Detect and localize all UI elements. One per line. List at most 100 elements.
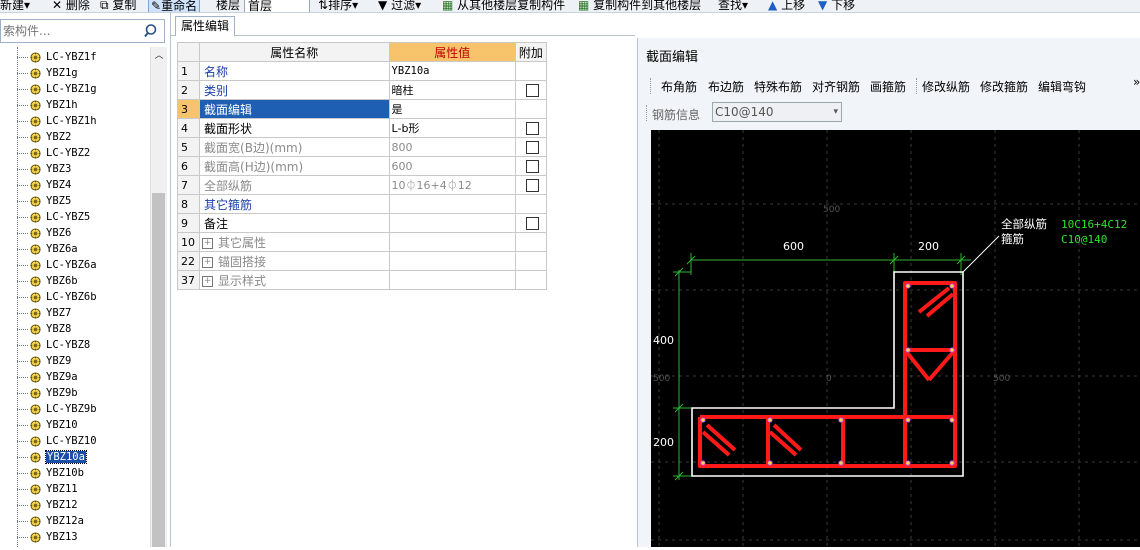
value-cell[interactable]: 暗柱 (388, 80, 516, 100)
expand-icon[interactable]: + (202, 275, 214, 287)
extra-checkbox[interactable] (525, 122, 539, 135)
rebar-point (838, 417, 844, 423)
extra-checkbox[interactable] (525, 217, 539, 230)
tree-item[interactable]: YBZ3 (17, 161, 71, 177)
table-row[interactable]: 3 截面编辑 是 (176, 99, 548, 119)
table-row[interactable]: 5 截面宽(B边)(mm) 800 (176, 137, 548, 157)
align-rebar-tool[interactable]: 对齐钢筋 (812, 78, 860, 95)
table-row[interactable]: 2 类别 暗柱 (176, 80, 548, 100)
more-tools-icon[interactable]: » (1133, 75, 1140, 89)
tree-item[interactable]: YBZ9a (17, 369, 78, 385)
scroll-up-arrow-icon[interactable]: ︿ (151, 49, 167, 63)
tree-item[interactable]: YBZ9b (17, 385, 78, 401)
tree-item-label: YBZ2 (46, 131, 72, 143)
edit-long-rebar-tool[interactable]: 修改纵筋 (922, 78, 970, 95)
copy-button[interactable]: ⧉ 复制 (100, 0, 136, 12)
tree-item[interactable]: LC-YBZ9b (17, 401, 97, 417)
tree-item[interactable]: YBZ5 (17, 193, 71, 209)
tree-item[interactable]: LC-YBZ6a (17, 257, 97, 273)
dimension-top-left: 600 (783, 240, 804, 253)
section-canvas[interactable]: 500 500 0 500 600 200 400 200 全部纵筋 箍筋 10… (651, 130, 1140, 547)
tree-item[interactable]: YBZ9 (17, 353, 71, 369)
tree-item[interactable]: LC-YBZ10 (17, 433, 97, 449)
value-cell[interactable]: 是 (388, 99, 516, 119)
expand-icon[interactable]: + (202, 237, 214, 249)
tree-item[interactable]: YBZ10a (17, 449, 87, 465)
table-row[interactable]: 7 全部纵筋 10⏀16+4⏀12 (176, 175, 548, 195)
tree-item[interactable]: LC-YBZ1h (17, 113, 97, 129)
tab-property-edit[interactable]: 属性编辑 (175, 16, 236, 36)
filter-button[interactable]: ▼ 过滤▾ (378, 0, 421, 12)
special-rebar-tool[interactable]: 特殊布筋 (754, 78, 802, 95)
tree-item[interactable]: LC-YBZ1g (17, 81, 97, 97)
tree-item[interactable]: YBZ12 (17, 497, 78, 513)
tree-item[interactable]: YBZ6 (17, 225, 71, 241)
find-button[interactable]: 查找▾ (718, 0, 748, 12)
table-row[interactable]: 22 + 锚固搭接 (176, 251, 548, 271)
tree-item[interactable]: YBZ10 (17, 417, 78, 433)
tree-item[interactable]: LC-YBZ2 (17, 145, 90, 161)
tree-item-label: LC-YBZ6a (46, 259, 97, 271)
value-cell[interactable] (388, 213, 516, 233)
move-down-button[interactable]: ▼ 下移 (818, 0, 855, 12)
value-cell[interactable] (388, 194, 516, 214)
tree-item[interactable]: YBZ10b (17, 465, 84, 481)
extra-checkbox[interactable] (525, 141, 539, 154)
search-icon[interactable] (144, 23, 160, 39)
sort-button[interactable]: ⇅排序▾ (318, 0, 358, 12)
floor-select[interactable]: 首层 (244, 0, 310, 12)
tree-item[interactable]: LC-YBZ6b (17, 289, 97, 305)
new-button[interactable]: 新建▾ (0, 0, 30, 12)
copy-from-floor-button[interactable]: ▦ 从其他楼层复制构件 (442, 0, 565, 12)
tree-item[interactable]: YBZ1h (17, 97, 78, 113)
legend-long-rebar-value: 10C16+4C12 (1061, 218, 1127, 231)
move-up-button[interactable]: ▲ 上移 (768, 0, 805, 12)
copy-to-floor-button[interactable]: ▦ 复制构件到其他楼层 (578, 0, 701, 12)
tree-item[interactable]: LC-YBZ8 (17, 337, 90, 353)
value-cell[interactable]: YBZ10a (388, 61, 516, 81)
tree-item[interactable]: YBZ11 (17, 481, 78, 497)
table-row[interactable]: 6 截面高(H边)(mm) 600 (176, 156, 548, 176)
scroll-thumb[interactable] (152, 193, 165, 547)
section-drawing[interactable]: 500 500 0 500 600 200 400 200 全部纵筋 箍筋 10… (651, 130, 1140, 547)
filter-icon: ▼ (378, 0, 388, 12)
edit-stirrup-tool[interactable]: 修改箍筋 (980, 78, 1028, 95)
table-row[interactable]: 8 其它箍筋 (176, 194, 548, 214)
table-row[interactable]: 9 备注 (176, 213, 548, 233)
rebar-point (949, 283, 955, 289)
tree-item[interactable]: YBZ6b (17, 273, 78, 289)
tree-item[interactable]: YBZ12a (17, 513, 84, 529)
table-row[interactable]: 1 名称 YBZ10a (176, 61, 548, 81)
tree-scrollbar[interactable]: ︿ (150, 47, 167, 547)
extra-checkbox[interactable] (525, 160, 539, 173)
tree-item[interactable]: YBZ7 (17, 305, 71, 321)
rename-button[interactable]: ✎重命名 (148, 0, 201, 12)
tree-item[interactable]: YBZ8 (17, 321, 71, 337)
tree-item[interactable]: YBZ13 (17, 529, 78, 545)
value-cell[interactable]: L-b形 (388, 118, 516, 138)
rebar-point (838, 460, 844, 466)
tree-item[interactable]: LC-YBZ5 (17, 209, 90, 225)
tree-item[interactable]: YBZ1g (17, 65, 78, 81)
tree-item[interactable]: LC-YBZ1f (17, 49, 97, 65)
search-input[interactable] (1, 20, 145, 42)
tree-item[interactable]: YBZ4 (17, 177, 71, 193)
draw-stirrup-tool[interactable]: 画箍筋 (870, 78, 906, 95)
extra-checkbox[interactable] (525, 179, 539, 192)
tree-item[interactable]: YBZ2 (17, 129, 71, 145)
edit-hook-tool[interactable]: 编辑弯钩 (1038, 78, 1086, 95)
dimension-top-right: 200 (918, 240, 939, 253)
edge-rebar-tool[interactable]: 布边筋 (708, 78, 744, 95)
extra-checkbox[interactable] (525, 84, 539, 97)
rebar-point (905, 417, 911, 423)
corner-rebar-tool[interactable]: 布角筋 (661, 78, 697, 95)
table-row[interactable]: 10 + 其它属性 (176, 232, 548, 252)
table-row[interactable]: 37 + 显示样式 (176, 270, 548, 290)
tree-item[interactable]: YBZ6a (17, 241, 78, 257)
rebar-info-select[interactable]: C10@140 ▾ (712, 102, 842, 122)
grid-label-left: 500 (653, 374, 670, 384)
component-gear-icon (30, 99, 41, 111)
expand-icon[interactable]: + (202, 256, 214, 268)
delete-button[interactable]: ✕ 删除 (52, 0, 90, 12)
table-row[interactable]: 4 截面形状 L-b形 (176, 118, 548, 138)
